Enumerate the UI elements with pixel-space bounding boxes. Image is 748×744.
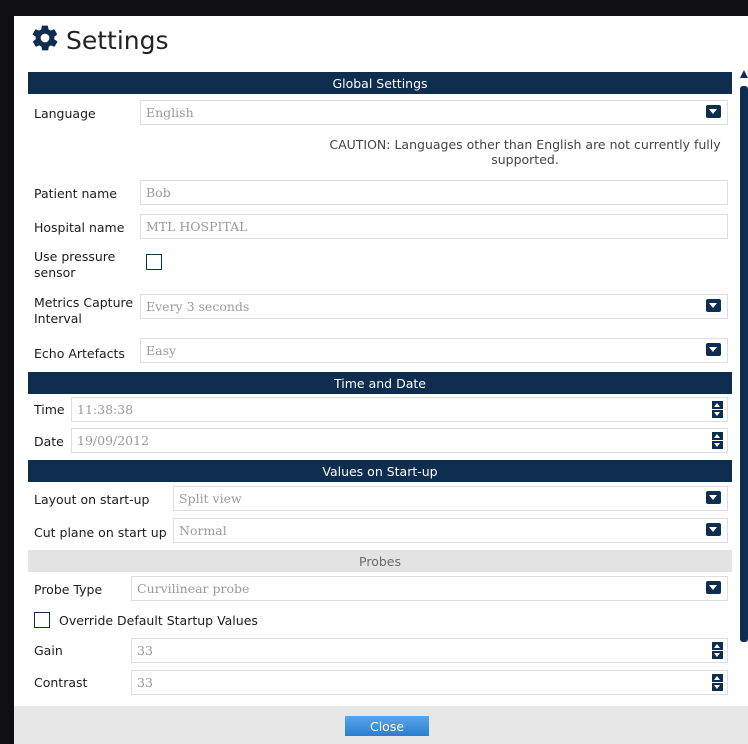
caution-row: CAUTION: Languages other than English ar… [28, 132, 732, 172]
gain-label: Gain [34, 642, 63, 658]
pressure-sensor-label: Use pressure sensor [28, 244, 115, 281]
spinner-up-icon[interactable] [712, 432, 723, 440]
layout-startup-select[interactable]: Split view [173, 486, 728, 511]
probe-type-row: Probe Type Curvilinear probe [28, 572, 732, 606]
date-spinner[interactable] [712, 432, 723, 449]
probe-type-label: Probe Type [34, 581, 103, 597]
chevron-down-icon[interactable] [706, 105, 721, 118]
probe-type-select[interactable]: Curvilinear probe [131, 576, 728, 601]
vertical-scrollbar[interactable] [740, 70, 748, 720]
cut-plane-select[interactable]: Normal [173, 518, 728, 543]
section-header-time-date: Time and Date [28, 372, 732, 394]
pressure-row: Use pressure sensor [28, 244, 732, 290]
pressure-sensor-checkbox[interactable] [146, 254, 162, 270]
echo-artefacts-label: Echo Artefacts [34, 345, 125, 361]
spinner-up-icon[interactable] [712, 642, 723, 650]
layout-startup-label: Layout on start-up [34, 491, 150, 507]
metrics-interval-label-line2: Interval [34, 311, 82, 326]
metrics-row: Metrics Capture Interval Every 3 seconds [28, 290, 732, 336]
metrics-interval-label: Metrics Capture Interval [28, 290, 133, 327]
time-label: Time [34, 402, 65, 417]
patient-row: Patient name Bob [28, 176, 732, 210]
override-row: Override Default Startup Values [28, 606, 732, 634]
section-header-global: Global Settings [28, 72, 732, 94]
date-row: Date 19/09/2012 [28, 425, 732, 458]
spinner-down-icon[interactable] [712, 441, 723, 449]
layout-row: Layout on start-up Split view [28, 482, 732, 516]
settings-dialog: Settings Global Settings Language Englis… [14, 16, 748, 744]
metrics-interval-select[interactable]: Every 3 seconds [140, 294, 728, 319]
section-header-probes: Probes [28, 550, 732, 572]
contrast-row: Contrast 33 [28, 666, 732, 698]
spinner-up-icon[interactable] [712, 401, 723, 409]
hospital-name-field[interactable]: MTL HOSPITAL [140, 214, 728, 239]
chevron-down-icon[interactable] [706, 581, 721, 594]
chevron-down-icon[interactable] [706, 491, 721, 504]
hospital-name-value: MTL HOSPITAL [146, 219, 248, 234]
chevron-down-icon[interactable] [706, 343, 721, 356]
probe-type-value: Curvilinear probe [137, 581, 250, 596]
language-row: Language English [28, 94, 732, 132]
metrics-interval-value: Every 3 seconds [146, 299, 250, 314]
pressure-sensor-label-line1: Use pressure [34, 249, 116, 264]
time-spinner[interactable] [712, 401, 723, 418]
spinner-down-icon[interactable] [712, 651, 723, 659]
layout-startup-value: Split view [179, 491, 242, 506]
echo-row: Echo Artefacts Easy [28, 336, 732, 370]
time-field[interactable]: 11:38:38 [71, 397, 728, 422]
chevron-down-icon[interactable] [706, 299, 721, 312]
patient-name-value: Bob [146, 185, 171, 200]
scrollbar-thumb[interactable] [740, 86, 748, 642]
language-value: English [146, 105, 194, 120]
dialog-title: Settings [66, 25, 169, 55]
contrast-label: Contrast [34, 674, 88, 690]
spinner-down-icon[interactable] [712, 410, 723, 418]
cut-plane-row: Cut plane on start up Normal [28, 516, 732, 548]
gear-icon [30, 23, 60, 57]
date-value: 19/09/2012 [77, 433, 150, 448]
patient-name-label: Patient name [34, 185, 117, 201]
time-row: Time 11:38:38 [28, 394, 732, 425]
spinner-down-icon[interactable] [712, 683, 723, 691]
cut-plane-label: Cut plane on start up [34, 524, 167, 540]
gain-spinner[interactable] [712, 642, 723, 659]
echo-artefacts-select[interactable]: Easy [140, 338, 728, 363]
gain-row: Gain 33 [28, 634, 732, 666]
date-label: Date [34, 434, 64, 449]
dialog-footer: Close [14, 706, 748, 744]
close-button[interactable]: Close [345, 716, 429, 736]
contrast-value: 33 [137, 675, 153, 690]
override-defaults-label: Override Default Startup Values [59, 612, 258, 628]
chevron-down-icon[interactable] [706, 523, 721, 536]
pressure-sensor-label-line2: sensor [34, 265, 76, 280]
time-value: 11:38:38 [77, 402, 134, 417]
settings-content: Global Settings Language English CAUTION… [28, 72, 732, 722]
spinner-up-icon[interactable] [712, 674, 723, 682]
cut-plane-value: Normal [179, 523, 227, 538]
window-frame-top [0, 0, 748, 16]
metrics-interval-label-line1: Metrics Capture [34, 295, 134, 310]
patient-name-field[interactable]: Bob [140, 180, 728, 205]
contrast-field[interactable]: 33 [131, 670, 728, 695]
echo-artefacts-value: Easy [146, 343, 177, 358]
gain-value: 33 [137, 643, 153, 658]
language-label: Language [34, 105, 96, 121]
window-frame-left [0, 0, 14, 744]
language-select[interactable]: English [140, 100, 728, 125]
contrast-spinner[interactable] [712, 674, 723, 691]
scroll-up-icon[interactable] [740, 70, 748, 78]
language-caution: CAUTION: Languages other than English ar… [329, 137, 721, 167]
section-header-startup: Values on Start-up [28, 460, 732, 482]
override-defaults-checkbox[interactable] [34, 612, 50, 628]
hospital-row: Hospital name MTL HOSPITAL [28, 210, 732, 244]
date-field[interactable]: 19/09/2012 [71, 428, 728, 453]
gain-field[interactable]: 33 [131, 638, 728, 663]
dialog-title-bar: Settings [14, 16, 748, 64]
hospital-name-label: Hospital name [34, 219, 125, 235]
